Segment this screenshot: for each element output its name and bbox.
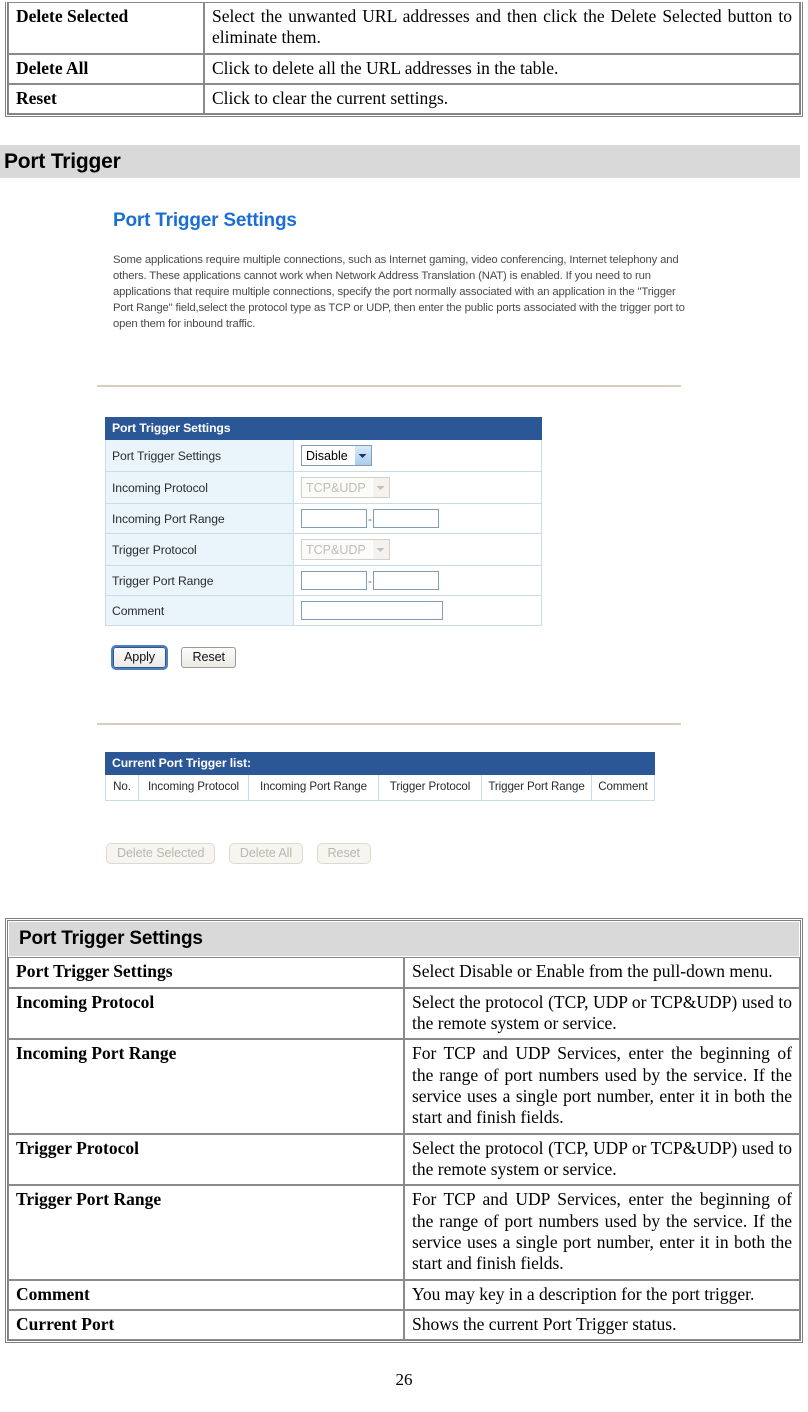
row-description: Click to delete all the URL addresses in… xyxy=(204,53,800,85)
incoming-port-range-end-input[interactable] xyxy=(373,509,439,528)
router-page-title: Port Trigger Settings xyxy=(113,210,297,231)
settings-table-header: Port Trigger Settings xyxy=(105,417,542,440)
form-button-row: Apply Reset xyxy=(110,645,247,670)
page-number: 26 xyxy=(395,1370,413,1389)
apply-button[interactable]: Apply xyxy=(110,645,169,670)
column-header-incoming-port-range: Incoming Port Range xyxy=(248,774,379,801)
trigger-port-range-end-input[interactable] xyxy=(373,571,439,590)
table-row: Trigger Protocol Select the protocol (TC… xyxy=(8,1133,800,1186)
column-header-trigger-protocol: Trigger Protocol xyxy=(378,774,482,801)
horizontal-divider xyxy=(97,723,681,725)
table-title-row: Port Trigger Settings xyxy=(8,921,800,958)
table-row: Delete All Click to delete all the URL a… xyxy=(8,53,800,85)
select-value: TCP&UDP xyxy=(306,543,366,557)
row-label: Delete Selected xyxy=(8,2,204,54)
url-filter-description-table-continued: Delete Selected Select the unwanted URL … xyxy=(0,2,808,118)
row-description: Select the unwanted URL addresses and th… xyxy=(204,2,800,54)
port-trigger-settings-form: Port Trigger Settings Port Trigger Setti… xyxy=(105,417,542,626)
comment-input[interactable] xyxy=(301,601,443,620)
chevron-down-icon xyxy=(371,478,389,497)
list-reset-button: Reset xyxy=(316,843,371,864)
current-port-trigger-list-table: Current Port Trigger list: No. Incoming … xyxy=(104,752,656,801)
row-description: Select the protocol (TCP, UDP or TCP&UDP… xyxy=(404,987,800,1040)
select-value: TCP&UDP xyxy=(306,481,366,495)
form-row-trigger-protocol: Trigger Protocol TCP&UDP xyxy=(105,533,542,566)
table-title: Port Trigger Settings xyxy=(8,921,800,958)
field-label: Incoming Protocol xyxy=(105,471,294,504)
column-header-comment: Comment xyxy=(590,774,656,801)
table-row: Incoming Port Range For TCP and UDP Serv… xyxy=(8,1039,800,1134)
field-control-cell: Disable xyxy=(293,439,542,472)
trigger-port-range-start-input[interactable] xyxy=(301,571,367,590)
horizontal-divider xyxy=(97,385,681,387)
port-trigger-settings-description-table: Port Trigger Settings Port Trigger Setti… xyxy=(0,918,808,1344)
form-row-trigger-port-range: Trigger Port Range - xyxy=(105,565,542,596)
doc-table-bottom: Port Trigger Settings Port Trigger Setti… xyxy=(5,918,803,1344)
doc-table-top: Delete Selected Select the unwanted URL … xyxy=(5,2,803,118)
table-row: Delete Selected Select the unwanted URL … xyxy=(8,2,800,54)
row-label: Incoming Protocol xyxy=(8,987,404,1040)
list-table-column-header-row: No. Incoming Protocol Incoming Port Rang… xyxy=(105,774,656,801)
column-header-no: No. xyxy=(105,774,139,801)
row-label: Incoming Port Range xyxy=(8,1039,404,1134)
field-control-cell: TCP&UDP xyxy=(293,533,542,566)
field-label: Comment xyxy=(105,595,294,626)
row-label: Trigger Port Range xyxy=(8,1185,404,1280)
form-row-incoming-protocol: Incoming Protocol TCP&UDP xyxy=(105,471,542,504)
column-header-incoming-protocol: Incoming Protocol xyxy=(138,774,249,801)
row-label: Trigger Protocol xyxy=(8,1133,404,1186)
trigger-protocol-select: TCP&UDP xyxy=(301,539,390,560)
chevron-down-icon xyxy=(371,540,389,559)
field-label: Trigger Port Range xyxy=(105,565,294,596)
row-label: Reset xyxy=(8,84,204,115)
table-row: Reset Click to clear the current setting… xyxy=(8,84,800,115)
field-label: Trigger Protocol xyxy=(105,533,294,566)
table-row: Trigger Port Range For TCP and UDP Servi… xyxy=(8,1185,800,1280)
select-value: Disable xyxy=(306,449,348,463)
column-header-trigger-port-range: Trigger Port Range xyxy=(481,774,592,801)
form-row-comment: Comment xyxy=(105,595,542,626)
row-description: Click to clear the current settings. xyxy=(204,84,800,115)
row-label: Comment xyxy=(8,1279,404,1310)
row-description: You may key in a description for the por… xyxy=(404,1279,800,1310)
row-description: Shows the current Port Trigger status. xyxy=(404,1309,800,1341)
delete-all-button: Delete All xyxy=(228,843,304,864)
settings-table-header-row: Port Trigger Settings xyxy=(105,417,542,440)
chevron-down-icon[interactable] xyxy=(353,446,371,465)
field-control-cell: TCP&UDP xyxy=(293,471,542,504)
row-label: Port Trigger Settings xyxy=(8,957,404,988)
reset-button[interactable]: Reset xyxy=(181,647,236,668)
list-table-header-row: Current Port Trigger list: xyxy=(104,752,656,775)
port-trigger-enable-select[interactable]: Disable xyxy=(301,445,372,466)
field-control-cell xyxy=(293,595,542,626)
router-web-ui-screenshot: Port Trigger Settings Some applications … xyxy=(0,195,808,895)
incoming-port-range-start-input[interactable] xyxy=(301,509,367,528)
field-label: Port Trigger Settings xyxy=(105,439,294,472)
row-label: Delete All xyxy=(8,53,204,85)
section-heading-bar: Port Trigger xyxy=(0,145,800,178)
table-row: Comment You may key in a description for… xyxy=(8,1279,800,1310)
form-row-port-trigger-settings: Port Trigger Settings Disable xyxy=(105,439,542,472)
field-label: Incoming Port Range xyxy=(105,503,294,534)
row-description: For TCP and UDP Services, enter the begi… xyxy=(404,1185,800,1280)
list-table-header: Current Port Trigger list: xyxy=(104,752,656,775)
field-control-cell: - xyxy=(293,565,542,596)
field-control-cell: - xyxy=(293,503,542,534)
row-description: Select the protocol (TCP, UDP or TCP&UDP… xyxy=(404,1133,800,1186)
row-description: For TCP and UDP Services, enter the begi… xyxy=(404,1039,800,1134)
row-description: Select Disable or Enable from the pull-d… xyxy=(404,957,800,988)
row-label: Current Port xyxy=(8,1309,404,1341)
form-row-incoming-port-range: Incoming Port Range - xyxy=(105,503,542,534)
table-row: Port Trigger Settings Select Disable or … xyxy=(8,957,800,988)
table-row: Current Port Shows the current Port Trig… xyxy=(8,1309,800,1341)
router-page-description: Some applications require multiple conne… xyxy=(113,254,685,331)
page-title: Port Trigger xyxy=(4,149,121,173)
table-row: Incoming Protocol Select the protocol (T… xyxy=(8,987,800,1040)
incoming-protocol-select: TCP&UDP xyxy=(301,477,390,498)
delete-selected-button: Delete Selected xyxy=(106,843,216,864)
list-button-row: Delete Selected Delete All Reset xyxy=(106,843,380,864)
